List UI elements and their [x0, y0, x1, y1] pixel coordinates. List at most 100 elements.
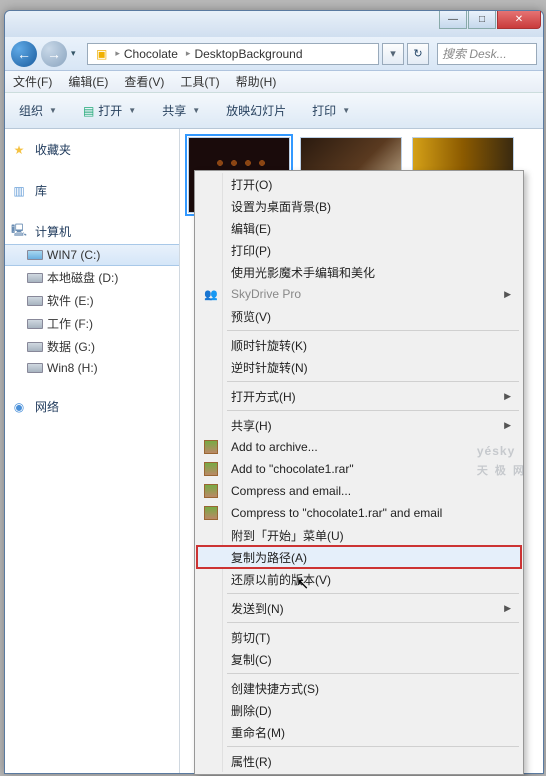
- context-menu-item[interactable]: 打开方式(H) ▶: [197, 385, 521, 407]
- context-menu-item[interactable]: 删除(D): [197, 699, 521, 721]
- sidebar-libraries[interactable]: ▥库: [5, 180, 179, 203]
- context-menu-item-label: Add to archive...: [231, 440, 318, 454]
- sidebar-drive[interactable]: 工作 (F:): [5, 312, 179, 335]
- slideshow-button[interactable]: 放映幻灯片: [220, 98, 292, 123]
- sidebar-drive[interactable]: 数据 (G:): [5, 335, 179, 358]
- context-menu-item-label: 删除(D): [231, 702, 272, 719]
- submenu-arrow-icon: ▶: [504, 391, 511, 402]
- context-menu-item[interactable]: 编辑(E): [197, 217, 521, 239]
- history-dropdown[interactable]: ▾: [71, 48, 83, 59]
- context-menu-item-label: 逆时针旋转(N): [231, 359, 308, 376]
- sidebar-drive[interactable]: 软件 (E:): [5, 289, 179, 312]
- rar-icon: [203, 505, 219, 521]
- back-button[interactable]: ←: [11, 41, 37, 67]
- menu-edit[interactable]: 编辑(E): [68, 73, 108, 90]
- drive-label: 工作 (F:): [47, 315, 93, 332]
- menu-file[interactable]: 文件(F): [13, 73, 52, 90]
- drive-icon: [27, 341, 43, 353]
- context-menu-item[interactable]: 还原以前的版本(V): [197, 568, 521, 590]
- network-icon: ◉: [11, 399, 27, 415]
- context-menu-item-label: 发送到(N): [231, 600, 284, 617]
- context-menu-item[interactable]: Add to archive...: [197, 436, 521, 458]
- context-menu-item[interactable]: 预览(V): [197, 305, 521, 327]
- search-input[interactable]: 搜索 Desk...: [437, 43, 537, 65]
- context-menu-item-label: 打印(P): [231, 242, 271, 259]
- context-menu-item[interactable]: 附到「开始」菜单(U): [197, 524, 521, 546]
- context-menu-item-label: 打开方式(H): [231, 388, 296, 405]
- print-button[interactable]: 打印▼: [306, 98, 356, 123]
- refresh-button[interactable]: ↻: [407, 43, 429, 65]
- context-menu-item[interactable]: 打印(P): [197, 239, 521, 261]
- context-menu-item[interactable]: 使用光影魔术手编辑和美化: [197, 261, 521, 283]
- menu-view[interactable]: 查看(V): [124, 73, 164, 90]
- context-menu-item[interactable]: 发送到(N)▶: [197, 597, 521, 619]
- context-menu-item-label: 顺时针旋转(K): [231, 337, 307, 354]
- context-menu-item[interactable]: 复制(C): [197, 648, 521, 670]
- context-menu-item[interactable]: Compress and email...: [197, 480, 521, 502]
- context-menu-item[interactable]: 逆时针旋转(N): [197, 356, 521, 378]
- chevron-down-icon: ▼: [49, 106, 57, 115]
- context-menu-item[interactable]: 属性(R): [197, 750, 521, 772]
- context-menu-item-label: 属性(R): [231, 753, 272, 770]
- context-menu-separator: [227, 410, 519, 411]
- breadcrumb-root[interactable]: ▣: [92, 47, 111, 61]
- context-menu-item[interactable]: 打开(O): [197, 173, 521, 195]
- breadcrumb-1[interactable]: Chocolate: [124, 47, 178, 61]
- star-icon: ★: [11, 142, 27, 158]
- sidebar-network[interactable]: ◉网络: [5, 396, 179, 419]
- drive-icon: [27, 362, 43, 374]
- sidebar-drive[interactable]: WIN7 (C:): [5, 244, 179, 266]
- share-button[interactable]: 共享▼: [156, 98, 206, 123]
- library-icon: ▥: [11, 183, 27, 199]
- context-menu-item[interactable]: 重命名(M): [197, 721, 521, 743]
- drive-label: 软件 (E:): [47, 292, 94, 309]
- sidebar-drive[interactable]: 本地磁盘 (D:): [5, 266, 179, 289]
- context-menu-item[interactable]: 设置为桌面背景(B): [197, 195, 521, 217]
- context-menu-item: 👥 SkyDrive Pro ▶: [197, 283, 521, 305]
- chevron-down-icon: ▼: [192, 106, 200, 115]
- context-menu-item[interactable]: 创建快捷方式(S): [197, 677, 521, 699]
- context-menu-item-label: 附到「开始」菜单(U): [231, 527, 344, 544]
- context-menu-item-label: SkyDrive Pro: [231, 287, 301, 301]
- rar-icon: [203, 439, 219, 455]
- context-menu-separator: [227, 381, 519, 382]
- rar-icon: [203, 461, 219, 477]
- maximize-button[interactable]: □: [468, 11, 496, 29]
- context-menu-item-label: Add to "chocolate1.rar": [231, 462, 354, 476]
- drive-label: 数据 (G:): [47, 338, 95, 355]
- sidebar-computer[interactable]: 🖳计算机: [5, 221, 179, 244]
- context-menu-item[interactable]: 共享(H)▶: [197, 414, 521, 436]
- skydrive-icon: 👥: [203, 286, 219, 302]
- titlebar: — □ ✕: [5, 11, 543, 37]
- breadcrumb-2[interactable]: DesktopBackground: [194, 47, 302, 61]
- minimize-button[interactable]: —: [439, 11, 467, 29]
- context-menu-item-label: 设置为桌面背景(B): [231, 198, 331, 215]
- address-bar[interactable]: ▣ ▸Chocolate ▸DesktopBackground: [87, 43, 379, 65]
- organize-button[interactable]: 组织▼: [13, 98, 63, 123]
- drive-icon: [27, 318, 43, 330]
- submenu-arrow-icon: ▶: [504, 289, 511, 300]
- context-menu-item[interactable]: Add to "chocolate1.rar": [197, 458, 521, 480]
- context-menu-item[interactable]: 剪切(T): [197, 626, 521, 648]
- drive-label: WIN7 (C:): [47, 248, 100, 262]
- menu-tools[interactable]: 工具(T): [180, 73, 219, 90]
- sidebar-favorites[interactable]: ★收藏夹: [5, 139, 179, 162]
- open-button[interactable]: ▤打开▼: [77, 98, 142, 123]
- menu-help[interactable]: 帮助(H): [236, 73, 277, 90]
- drive-icon: [27, 272, 43, 284]
- menu-bar: 文件(F) 编辑(E) 查看(V) 工具(T) 帮助(H): [5, 71, 543, 93]
- toolbar: 组织▼ ▤打开▼ 共享▼ 放映幻灯片 打印▼: [5, 93, 543, 129]
- context-menu-item-label: 打开(O): [231, 176, 272, 193]
- address-dropdown[interactable]: ▾: [382, 43, 404, 65]
- close-button[interactable]: ✕: [497, 11, 541, 29]
- context-menu-item-label: 复制(C): [231, 651, 272, 668]
- context-menu-item[interactable]: 顺时针旋转(K): [197, 334, 521, 356]
- submenu-arrow-icon: ▶: [504, 420, 511, 431]
- context-menu-item-label: 剪切(T): [231, 629, 270, 646]
- computer-icon: 🖳: [11, 224, 27, 240]
- chevron-down-icon: ▼: [342, 106, 350, 115]
- context-menu-item[interactable]: Compress to "chocolate1.rar" and email: [197, 502, 521, 524]
- forward-button[interactable]: →: [41, 41, 67, 67]
- sidebar-drive[interactable]: Win8 (H:): [5, 358, 179, 378]
- context-menu-item[interactable]: 复制为路径(A): [197, 546, 521, 568]
